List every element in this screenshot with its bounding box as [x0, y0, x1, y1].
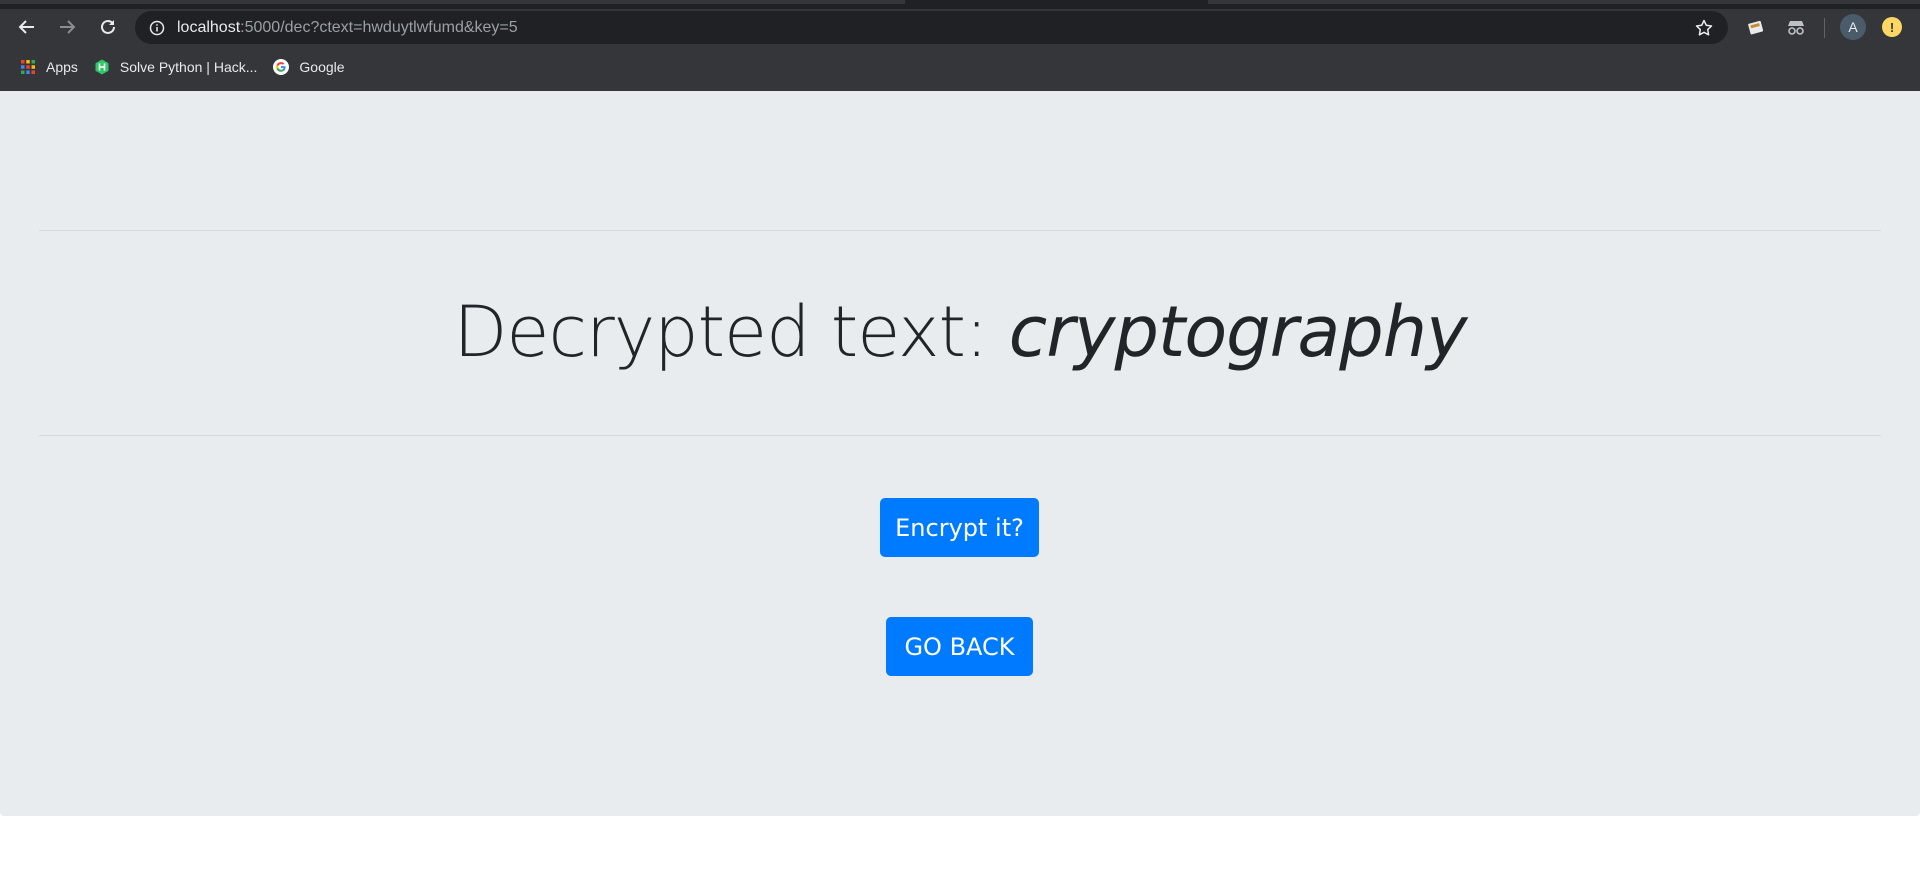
heading-prefix: Decrypted text: [453, 291, 1009, 373]
bookmarks-bar: Apps Solve Python | Hack... Google [0, 53, 1920, 81]
result-jumbotron: Decrypted text: cryptography Encrypt it?… [0, 91, 1920, 816]
address-bar[interactable]: localhost:5000/dec?ctext=hwduytlwfumd&ke… [135, 11, 1728, 44]
incognito-extension-icon[interactable] [1784, 15, 1808, 39]
back-nav-button[interactable] [13, 13, 41, 41]
extension-icon[interactable] [1744, 15, 1768, 39]
url-text[interactable]: localhost:5000/dec?ctext=hwduytlwfumd&ke… [177, 19, 518, 37]
hackerrank-icon [94, 59, 110, 75]
update-alert-icon[interactable]: ! [1882, 17, 1902, 37]
arrow-right-icon [60, 20, 76, 34]
bookmark-google[interactable]: Google [265, 53, 352, 81]
browser-toolbar: localhost:5000/dec?ctext=hwduytlwfumd&ke… [0, 9, 1920, 45]
browser-chrome: localhost:5000/dec?ctext=hwduytlwfumd&ke… [0, 0, 1920, 91]
decrypted-heading: Decrypted text: cryptography [0, 291, 1920, 373]
decrypted-text-value: cryptography [1008, 291, 1468, 373]
bookmark-star-icon[interactable] [1694, 18, 1714, 38]
google-icon [273, 59, 290, 75]
bookmark-label: Google [299, 59, 345, 75]
bookmark-hackerrank[interactable]: Solve Python | Hack... [86, 53, 265, 81]
tab-active[interactable] [0, 0, 905, 4]
url-path: :5000/dec?ctext=hwduytlwfumd&key=5 [240, 18, 518, 36]
info-icon[interactable] [149, 20, 165, 36]
profile-avatar[interactable]: A [1840, 14, 1866, 40]
bookmark-label: Apps [46, 59, 78, 75]
url-host: localhost [177, 18, 241, 36]
arrow-left-icon [18, 20, 34, 34]
divider-bottom [39, 435, 1881, 436]
apps-grid-icon [20, 59, 36, 75]
reload-icon [101, 19, 115, 34]
bookmark-label: Solve Python | Hack... [119, 59, 258, 75]
encrypt-button[interactable]: Encrypt it? [880, 498, 1039, 557]
tab-inactive[interactable] [1208, 0, 1920, 4]
tab-strip [0, 0, 1920, 9]
go-back-button[interactable]: GO BACK [886, 617, 1033, 676]
reload-button[interactable] [94, 13, 122, 41]
toolbar-divider [1824, 18, 1825, 38]
forward-nav-button[interactable] [53, 13, 81, 41]
bookmark-apps[interactable]: Apps [12, 53, 86, 81]
divider-top [39, 230, 1881, 231]
